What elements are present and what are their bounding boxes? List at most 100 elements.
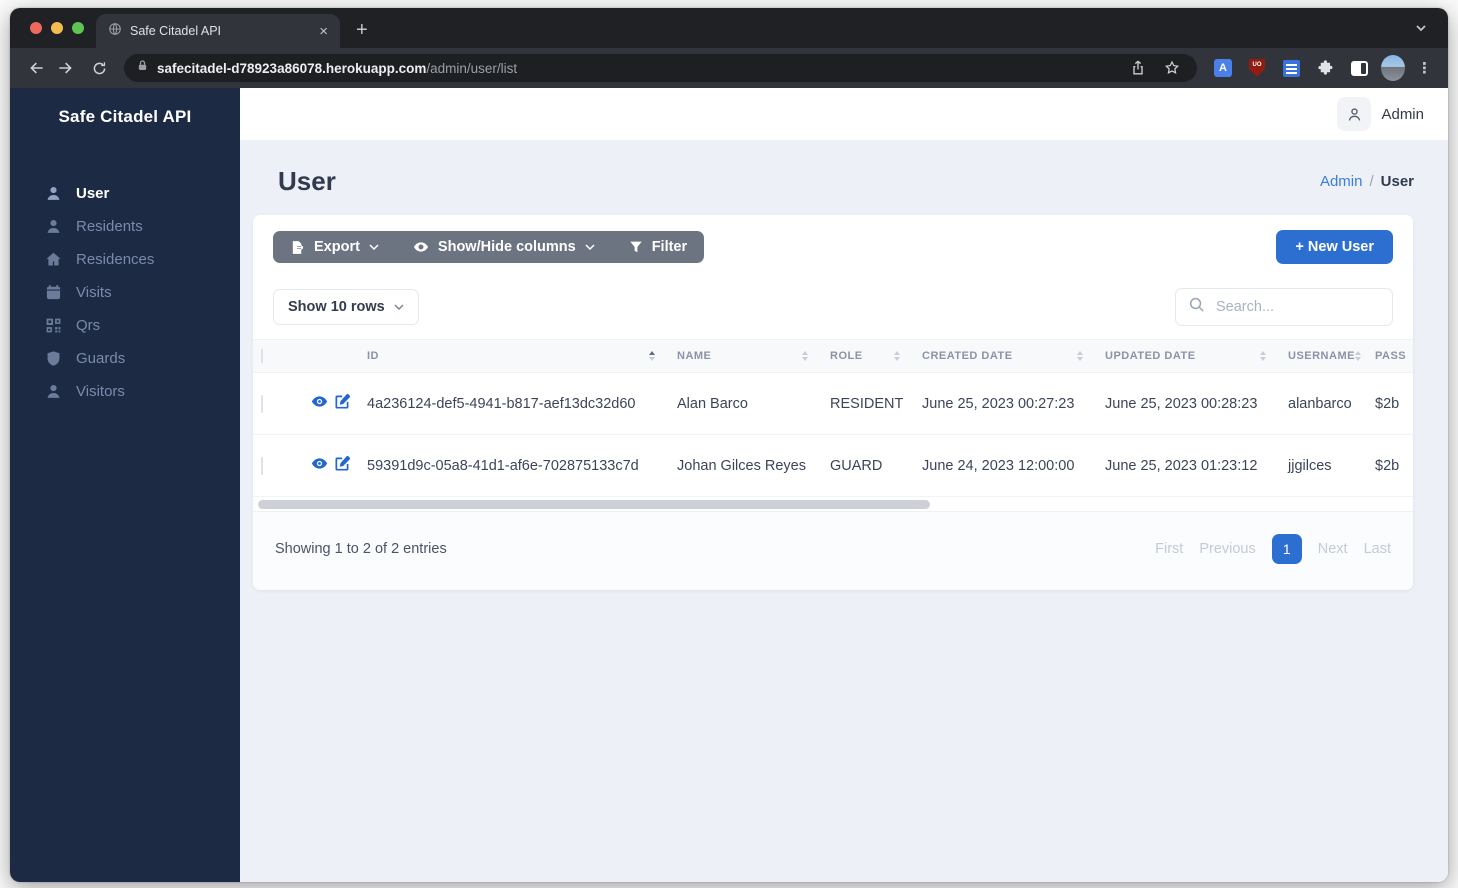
zoom-window-button[interactable] [72,22,84,34]
browser-toolbar: safecitadel-d78923a86078.herokuapp.com/a… [10,48,1448,88]
browser-window: Safe Citadel API × + safecitadel-d78923a… [10,8,1448,882]
column-header-updated[interactable]: UPDATED DATE [1097,339,1280,373]
search-input[interactable] [1214,298,1380,316]
tab-title: Safe Citadel API [130,24,222,38]
pagination-first[interactable]: First [1155,541,1183,557]
main-area: Admin User Admin / User Export Show/Hide… [240,88,1448,882]
translate-extension-icon[interactable]: A [1211,55,1235,81]
tab-search-chevron-icon[interactable] [1414,21,1428,40]
cell-password: $2b [1375,434,1413,497]
row-checkbox[interactable] [261,394,263,413]
show-hide-columns-button[interactable]: Show/Hide columns [396,231,612,263]
close-tab-icon[interactable]: × [316,24,331,39]
table-header-row: ID NAME ROLE CREATED DATE UPDATED DATE U… [253,339,1413,373]
table-row: 59391d9c-05a8-41d1-af6e-702875133c7d Joh… [253,434,1413,497]
sidebar-item-guards[interactable]: Guards [10,342,240,375]
pagination-next[interactable]: Next [1318,541,1348,557]
sidebar: Safe Citadel API User Residents Residenc… [10,88,240,882]
table-row: 4a236124-def5-4941-b817-aef13dc32d60 Ala… [253,372,1413,435]
new-user-button[interactable]: + New User [1276,230,1393,264]
filter-button[interactable]: Filter [612,231,704,263]
sidebar-item-visits[interactable]: Visits [10,276,240,309]
breadcrumb-admin-link[interactable]: Admin [1320,173,1363,190]
cell-role: RESIDENT [822,372,914,435]
forward-icon[interactable] [54,55,80,81]
cell-password: $2b [1375,372,1413,435]
tab-strip: Safe Citadel API × + [10,8,1448,48]
chevron-down-icon [394,304,404,310]
eye-icon [413,242,428,252]
column-header-created[interactable]: CREATED DATE [914,339,1097,373]
filter-funnel-icon [630,241,642,253]
show-rows-dropdown[interactable]: Show 10 rows [273,289,419,325]
table-footer: Showing 1 to 2 of 2 entries First Previo… [253,511,1413,590]
table-wrapper: ID NAME ROLE CREATED DATE UPDATED DATE U… [253,339,1413,497]
shield-icon [47,351,60,366]
view-icon[interactable] [311,393,328,414]
user-icon [47,220,60,233]
browser-tab[interactable]: Safe Citadel API × [96,14,340,48]
edit-icon[interactable] [334,455,351,476]
new-tab-button[interactable]: + [356,19,368,42]
globe-favicon-icon [108,22,122,41]
column-header-password[interactable]: PASS [1375,339,1413,373]
sort-icon [1077,351,1083,361]
sidebar-item-label: Guards [76,350,126,367]
sidebar-item-residents[interactable]: Residents [10,210,240,243]
pagination-last[interactable]: Last [1364,541,1391,557]
top-header-bar: Admin [240,88,1448,140]
pagination-previous[interactable]: Previous [1199,541,1255,557]
bookmark-star-icon[interactable] [1159,55,1185,81]
row-checkbox[interactable] [261,456,263,475]
side-panel-icon[interactable] [1347,55,1371,81]
ublock-extension-icon[interactable]: UO [1245,55,1269,81]
url-path: /admin/user/list [426,60,518,76]
export-button[interactable]: Export [273,231,396,263]
breadcrumb-current: User [1380,173,1414,190]
cell-updated: June 25, 2023 01:23:12 [1097,434,1280,497]
qr-icon [46,318,61,333]
minimize-window-button[interactable] [51,22,63,34]
share-icon[interactable] [1125,55,1151,81]
column-header-id[interactable]: ID [359,339,669,373]
column-header-name[interactable]: NAME [669,339,822,373]
home-icon [46,252,61,266]
actions-column-header [303,339,359,373]
sort-icon [1260,351,1266,361]
select-all-checkbox[interactable] [261,349,263,363]
profile-avatar[interactable] [1381,55,1405,81]
cell-created: June 25, 2023 00:27:23 [914,372,1097,435]
sidebar-item-residences[interactable]: Residences [10,243,240,276]
table-toolbar: Export Show/Hide columns Filter + New Us… [253,215,1413,276]
close-window-button[interactable] [30,22,42,34]
cell-id: 59391d9c-05a8-41d1-af6e-702875133c7d [359,434,669,497]
admin-avatar[interactable] [1337,97,1372,131]
browser-menu-icon[interactable]: ⋮ [1413,59,1436,77]
sidebar-item-qrs[interactable]: Qrs [10,309,240,342]
scrollbar-thumb[interactable] [258,500,930,509]
user-table: ID NAME ROLE CREATED DATE UPDATED DATE U… [253,339,1413,497]
sidebar-item-label: Residences [76,251,155,268]
pagination-page-1[interactable]: 1 [1271,534,1302,564]
reader-extension-icon[interactable] [1279,55,1303,81]
person-icon [1348,107,1361,121]
url-text: safecitadel-d78923a86078.herokuapp.com/a… [157,61,517,76]
reload-icon[interactable] [86,55,112,81]
lock-icon [136,59,149,77]
puzzle-extensions-icon[interactable] [1313,55,1337,81]
back-icon[interactable] [22,55,48,81]
column-header-username[interactable]: USERNAME [1280,339,1375,373]
cell-id: 4a236124-def5-4941-b817-aef13dc32d60 [359,372,669,435]
sidebar-item-label: Qrs [76,317,101,334]
sidebar-item-user[interactable]: User [10,177,240,210]
column-header-role[interactable]: ROLE [822,339,914,373]
chevron-down-icon [585,244,595,250]
page-head: User Admin / User [240,140,1448,197]
sidebar-item-visitors[interactable]: Visitors [10,375,240,408]
cell-created: June 24, 2023 12:00:00 [914,434,1097,497]
url-bar[interactable]: safecitadel-d78923a86078.herokuapp.com/a… [124,54,1197,82]
admin-menu-label[interactable]: Admin [1381,106,1424,123]
edit-icon[interactable] [334,393,351,414]
sort-icon [894,351,900,361]
view-icon[interactable] [311,455,328,476]
